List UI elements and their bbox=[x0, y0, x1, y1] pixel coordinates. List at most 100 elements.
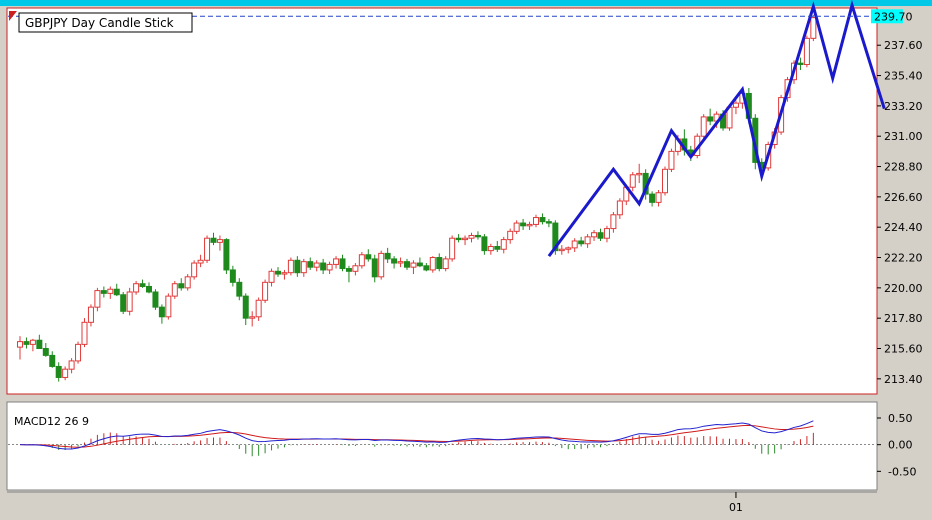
candle-body-up[interactable] bbox=[449, 237, 456, 260]
candle-body-down[interactable] bbox=[578, 240, 585, 245]
candle-body-up[interactable] bbox=[655, 192, 662, 203]
candle-body-down[interactable] bbox=[229, 269, 236, 283]
candle-body-up[interactable] bbox=[636, 172, 643, 176]
candle-body-down[interactable] bbox=[23, 341, 30, 345]
candle-body-up[interactable] bbox=[197, 259, 204, 264]
candle-body-down[interactable] bbox=[223, 239, 230, 271]
candle-body-up[interactable] bbox=[184, 276, 191, 289]
candle-body-up[interactable] bbox=[487, 245, 494, 252]
candle-body-up[interactable] bbox=[300, 261, 307, 274]
candle-body-down[interactable] bbox=[275, 270, 281, 275]
candle-body-up[interactable] bbox=[107, 288, 114, 294]
candle-body-down[interactable] bbox=[455, 237, 462, 241]
candle-body-up[interactable] bbox=[352, 265, 359, 272]
candle-body-up[interactable] bbox=[610, 214, 617, 230]
candle-body-down[interactable] bbox=[404, 261, 410, 268]
candle-body-up[interactable] bbox=[81, 321, 88, 345]
candle-body-down[interactable] bbox=[36, 339, 43, 350]
candle-body-down[interactable] bbox=[545, 221, 552, 224]
candle-body-down[interactable] bbox=[139, 283, 146, 287]
candle-body-up[interactable] bbox=[571, 240, 578, 249]
candle-body-up[interactable] bbox=[133, 283, 140, 293]
candle-body-down[interactable] bbox=[178, 283, 185, 289]
candle-body-up[interactable] bbox=[591, 232, 598, 238]
candle-body-up[interactable] bbox=[326, 263, 333, 271]
candle-body-up[interactable] bbox=[803, 37, 810, 66]
candle-body-up[interactable] bbox=[558, 248, 565, 252]
candle-body-down[interactable] bbox=[152, 291, 159, 308]
candle-body-up[interactable] bbox=[662, 168, 668, 194]
candle-body-up[interactable] bbox=[204, 237, 211, 261]
candle-body-down[interactable] bbox=[339, 258, 346, 270]
candle-body-up[interactable] bbox=[507, 230, 514, 241]
candle-body-up[interactable] bbox=[94, 290, 101, 308]
candle-body-up[interactable] bbox=[584, 236, 591, 245]
candle-body-down[interactable] bbox=[649, 193, 656, 203]
candle-body-down[interactable] bbox=[365, 254, 372, 260]
candle-body-up[interactable] bbox=[397, 261, 404, 264]
candle-body-down[interactable] bbox=[49, 354, 56, 367]
candle-body-up[interactable] bbox=[526, 223, 533, 227]
candle-body-up[interactable] bbox=[29, 339, 36, 345]
candle-body-down[interactable] bbox=[384, 252, 391, 260]
candle-body-up[interactable] bbox=[700, 116, 707, 137]
candle-body-up[interactable] bbox=[87, 306, 94, 323]
candle-body-up[interactable] bbox=[810, 17, 817, 39]
candle-body-up[interactable] bbox=[268, 270, 275, 283]
candle-body-down[interactable] bbox=[494, 245, 501, 250]
candle-body-down[interactable] bbox=[416, 262, 423, 267]
candle-body-down[interactable] bbox=[345, 268, 352, 272]
candle-body-up[interactable] bbox=[262, 281, 269, 301]
candle-body-down[interactable] bbox=[707, 116, 714, 122]
candle-body-down[interactable] bbox=[481, 236, 488, 252]
candle-body-down[interactable] bbox=[236, 281, 243, 297]
candle-body-down[interactable] bbox=[539, 217, 546, 223]
candle-body-up[interactable] bbox=[17, 341, 23, 348]
candle-body-up[interactable] bbox=[68, 360, 75, 370]
candle-body-up[interactable] bbox=[500, 239, 507, 250]
candle-body-down[interactable] bbox=[100, 290, 107, 294]
candle-body-down[interactable] bbox=[520, 222, 527, 227]
candle-body-down[interactable] bbox=[436, 257, 443, 270]
candle-body-down[interactable] bbox=[120, 294, 127, 312]
candle-body-down[interactable] bbox=[597, 232, 604, 239]
candle-body-down[interactable] bbox=[42, 348, 49, 356]
candle-body-up[interactable] bbox=[358, 254, 365, 267]
candle-body-up[interactable] bbox=[442, 258, 449, 270]
candle-body-down[interactable] bbox=[391, 258, 398, 264]
candle-body-down[interactable] bbox=[158, 306, 165, 318]
candle-body-up[interactable] bbox=[165, 295, 172, 318]
candle-body-up[interactable] bbox=[565, 247, 572, 250]
macd-panel[interactable] bbox=[6, 401, 878, 491]
candlestick-chart[interactable]: 237.60 235.40 233.20 231.00 228.80 226.60 224.… bbox=[0, 0, 932, 520]
candle-body-up[interactable] bbox=[629, 174, 636, 188]
candle-body-down[interactable] bbox=[210, 237, 217, 243]
candle-body-up[interactable] bbox=[616, 200, 623, 216]
candle-body-up[interactable] bbox=[333, 258, 340, 265]
candle-body-up[interactable] bbox=[191, 262, 198, 278]
candle-body-up[interactable] bbox=[126, 291, 133, 312]
candle-body-down[interactable] bbox=[307, 261, 314, 268]
candle-body-up[interactable] bbox=[287, 259, 294, 274]
candle-body-up[interactable] bbox=[216, 239, 223, 243]
candle-body-up[interactable] bbox=[378, 252, 385, 278]
candle-body-up[interactable] bbox=[732, 102, 739, 108]
price-panel[interactable] bbox=[6, 7, 878, 395]
candle-body-up[interactable] bbox=[533, 217, 539, 225]
candle-body-down[interactable] bbox=[113, 288, 120, 296]
candle-body-up[interactable] bbox=[62, 368, 69, 378]
candle-body-up[interactable] bbox=[255, 299, 262, 318]
candle-body-up[interactable] bbox=[468, 234, 475, 239]
candle-body-down[interactable] bbox=[423, 265, 430, 271]
candle-body-up[interactable] bbox=[281, 272, 288, 275]
candle-body-down[interactable] bbox=[242, 295, 249, 319]
candle-body-down[interactable] bbox=[474, 234, 481, 238]
candle-body-up[interactable] bbox=[462, 237, 469, 241]
candle-body-down[interactable] bbox=[320, 262, 327, 271]
candle-body-down[interactable] bbox=[55, 365, 62, 378]
candle-body-up[interactable] bbox=[171, 283, 178, 297]
candle-body-down[interactable] bbox=[797, 62, 804, 66]
candle-body-up[interactable] bbox=[513, 222, 520, 232]
candle-body-up[interactable] bbox=[668, 150, 675, 170]
candle-body-down[interactable] bbox=[146, 285, 152, 293]
